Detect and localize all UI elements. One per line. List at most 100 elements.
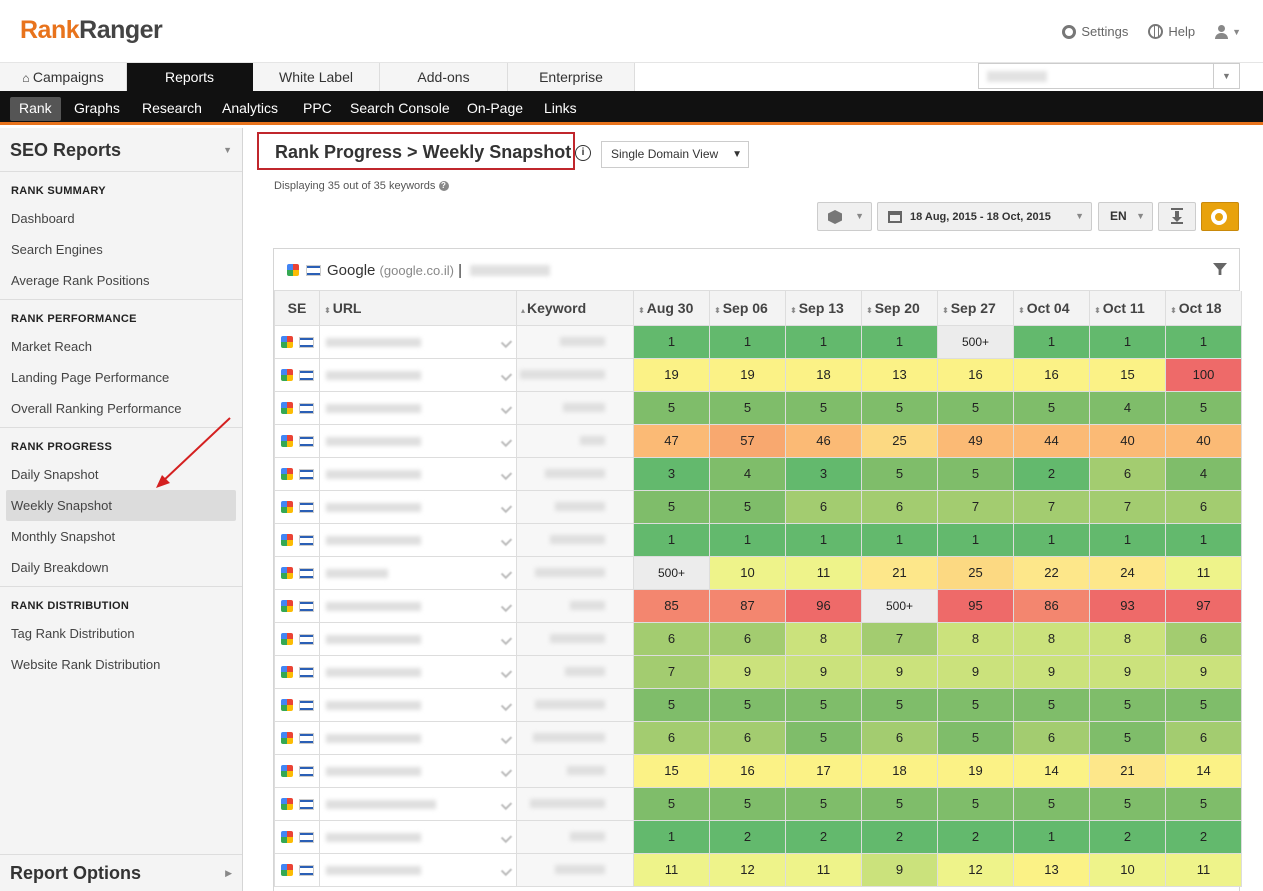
rank-cell[interactable]: 2 [1089, 819, 1166, 854]
rank-cell[interactable]: 5 [1089, 786, 1166, 821]
rank-cell[interactable]: 500+ [633, 555, 710, 590]
settings-link[interactable]: Settings [1062, 24, 1128, 39]
rank-cell[interactable]: 11 [785, 852, 862, 887]
rank-cell[interactable]: 1 [1165, 522, 1242, 557]
rank-cell[interactable]: 6 [1013, 720, 1090, 755]
rank-cell[interactable]: 1 [1013, 522, 1090, 557]
rank-cell[interactable]: 5 [861, 390, 938, 425]
rank-cell[interactable]: 5 [709, 489, 786, 524]
keyword-cell[interactable] [516, 786, 634, 821]
rank-cell[interactable]: 500+ [937, 324, 1014, 359]
rank-cell[interactable]: 6 [785, 489, 862, 524]
keyword-cell[interactable] [516, 621, 634, 656]
column-header-se[interactable]: SE [274, 291, 320, 326]
rank-cell[interactable]: 5 [709, 390, 786, 425]
tab-campaigns[interactable]: ⌂ Campaigns [0, 63, 127, 92]
rank-cell[interactable]: 5 [785, 687, 862, 722]
sidebar-item-monthly-snapshot[interactable]: Monthly Snapshot [0, 521, 242, 552]
keyword-cell[interactable] [516, 522, 634, 557]
rank-cell[interactable]: 14 [1013, 753, 1090, 788]
rank-cell[interactable]: 17 [785, 753, 862, 788]
keyword-cell[interactable] [516, 852, 634, 887]
rank-cell[interactable]: 5 [633, 786, 710, 821]
rank-cell[interactable]: 9 [861, 654, 938, 689]
rank-cell[interactable]: 2 [1013, 456, 1090, 491]
rank-cell[interactable]: 6 [861, 720, 938, 755]
rank-cell[interactable]: 5 [633, 489, 710, 524]
help-icon[interactable]: ? [438, 181, 449, 192]
rank-cell[interactable]: 5 [633, 390, 710, 425]
subnav-research[interactable]: Research [133, 97, 211, 121]
rank-cell[interactable]: 93 [1089, 588, 1166, 623]
keyword-cell[interactable] [516, 423, 634, 458]
rank-cell[interactable]: 2 [861, 819, 938, 854]
sidebar-item-landing-page-performance[interactable]: Landing Page Performance [0, 362, 242, 393]
rank-cell[interactable]: 4 [1165, 456, 1242, 491]
tab-add-ons[interactable]: Add-ons [380, 63, 508, 92]
rank-cell[interactable]: 13 [861, 357, 938, 392]
subnav-ppc[interactable]: PPC [294, 97, 341, 121]
url-cell[interactable] [319, 489, 517, 524]
rank-cell[interactable]: 8 [1089, 621, 1166, 656]
subnav-graphs[interactable]: Graphs [65, 97, 129, 121]
rank-cell[interactable]: 6 [1089, 456, 1166, 491]
rank-cell[interactable]: 19 [937, 753, 1014, 788]
rank-cell[interactable]: 3 [633, 456, 710, 491]
rank-cell[interactable]: 5 [785, 720, 862, 755]
column-header-date[interactable]: ⬍ Sep 06 [709, 291, 786, 326]
report-options-toggle[interactable]: Report Options ▶ [0, 854, 242, 891]
rankranger-logo[interactable]: RankRanger [20, 16, 163, 45]
url-cell[interactable] [319, 522, 517, 557]
rank-cell[interactable]: 5 [937, 720, 1014, 755]
column-header-date[interactable]: ⬍ Oct 18 [1165, 291, 1242, 326]
keyword-cell[interactable] [516, 324, 634, 359]
rank-cell[interactable]: 11 [1165, 555, 1242, 590]
rank-cell[interactable]: 2 [1165, 819, 1242, 854]
rank-cell[interactable]: 15 [1089, 357, 1166, 392]
rank-cell[interactable]: 10 [709, 555, 786, 590]
language-selector[interactable]: EN ▼ [1098, 202, 1153, 231]
subnav-rank[interactable]: Rank [10, 97, 61, 121]
rank-cell[interactable]: 5 [861, 687, 938, 722]
rank-cell[interactable]: 8 [1013, 621, 1090, 656]
rank-cell[interactable]: 1 [1013, 819, 1090, 854]
rank-cell[interactable]: 87 [709, 588, 786, 623]
rank-cell[interactable]: 7 [633, 654, 710, 689]
user-menu[interactable]: ▼ [1215, 24, 1241, 39]
rank-cell[interactable]: 5 [1089, 720, 1166, 755]
rank-cell[interactable]: 9 [1165, 654, 1242, 689]
rank-cell[interactable]: 25 [937, 555, 1014, 590]
keyword-cell[interactable] [516, 687, 634, 722]
rank-cell[interactable]: 2 [709, 819, 786, 854]
rank-cell[interactable]: 6 [709, 621, 786, 656]
download-button[interactable] [1158, 202, 1196, 231]
rank-cell[interactable]: 25 [861, 423, 938, 458]
keyword-cell[interactable] [516, 720, 634, 755]
rank-cell[interactable]: 5 [709, 687, 786, 722]
rank-cell[interactable]: 16 [937, 357, 1014, 392]
sidebar-item-average-rank-positions[interactable]: Average Rank Positions [0, 265, 242, 296]
subnav-links[interactable]: Links [535, 97, 586, 121]
rank-cell[interactable]: 11 [633, 852, 710, 887]
keyword-cell[interactable] [516, 654, 634, 689]
rank-cell[interactable]: 7 [1089, 489, 1166, 524]
rank-cell[interactable]: 47 [633, 423, 710, 458]
column-header-date[interactable]: ⬍ Sep 20 [861, 291, 938, 326]
url-cell[interactable] [319, 654, 517, 689]
url-cell[interactable] [319, 720, 517, 755]
rank-cell[interactable]: 57 [709, 423, 786, 458]
rank-cell[interactable]: 40 [1089, 423, 1166, 458]
rank-cell[interactable]: 4 [1089, 390, 1166, 425]
column-header-url[interactable]: ⬍ URL [319, 291, 517, 326]
rank-cell[interactable]: 1 [633, 819, 710, 854]
rank-cell[interactable]: 18 [861, 753, 938, 788]
rank-cell[interactable]: 5 [709, 786, 786, 821]
sidebar-item-dashboard[interactable]: Dashboard [0, 203, 242, 234]
campaign-selector[interactable]: ▼ [978, 63, 1240, 89]
rank-cell[interactable]: 100 [1165, 357, 1242, 392]
keyword-cell[interactable] [516, 390, 634, 425]
filter-icon[interactable] [1213, 263, 1227, 275]
keyword-cell[interactable] [516, 357, 634, 392]
rank-cell[interactable]: 2 [785, 819, 862, 854]
url-cell[interactable] [319, 786, 517, 821]
